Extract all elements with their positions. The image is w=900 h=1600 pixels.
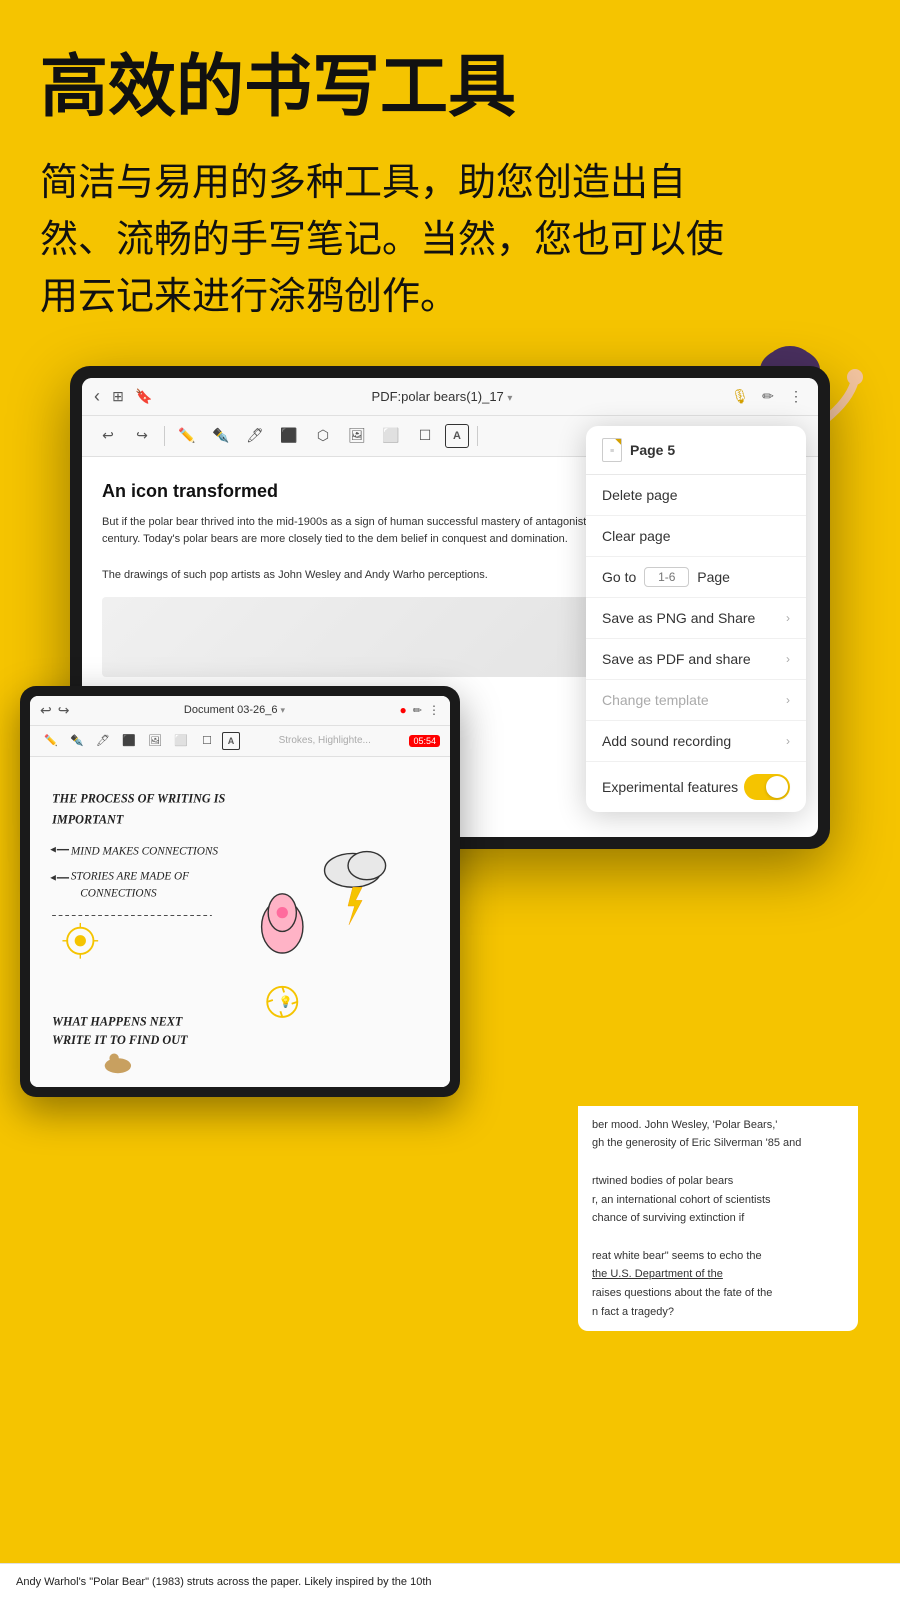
small-image-icon[interactable]: 🖼 [144,730,166,752]
eraser-icon[interactable]: ⬛ [275,422,303,450]
small-pencil2-icon[interactable]: ✒️ [66,730,88,752]
grid-icon[interactable]: ⊞ [108,386,128,406]
tablet-section: ‹ ⊞ 🔖 PDF:polar bears(1)_17 ▾ 🎙 ✏ ⋮ [0,366,900,849]
redo-icon[interactable]: ↪ [128,422,156,450]
save-pdf-label: Save as PDF and share [602,651,751,667]
text-box-icon[interactable]: ⬜ [377,422,405,450]
lasso-icon[interactable]: ⬡ [309,422,337,450]
small-doc-title[interactable]: Document 03-26_6 ▾ [75,704,393,716]
bottom-text3: rtwined bodies of polar bears [592,1172,844,1191]
pen-edit-icon[interactable]: ✏ [758,386,778,406]
delete-page-label: Delete page [602,487,678,503]
bottom-text6: reat white bear" seems to echo the [592,1247,844,1266]
bottom-content-strip: ber mood. John Wesley, 'Polar Bears,' gh… [578,1106,858,1332]
bottom-bar-text: Andy Warhol's "Polar Bear" (1983) struts… [16,1576,884,1588]
goto-label: Go to [602,569,636,585]
small-pencil1-icon[interactable]: ✏️ [40,730,62,752]
main-toolbar: ‹ ⊞ 🔖 PDF:polar bears(1)_17 ▾ 🎙 ✏ ⋮ [82,378,818,416]
experimental-label: Experimental features [602,779,738,795]
svg-text:💡: 💡 [279,994,293,1008]
shape-icon[interactable]: ☐ [411,422,439,450]
more-options-icon[interactable]: ⋮ [786,386,806,406]
menu-item-change-template[interactable]: Change template › [586,680,806,721]
save-png-label: Save as PNG and Share [602,610,755,626]
mic-icon[interactable]: 🎙 [730,386,750,406]
page-thumbnail-icon: ≡ [602,438,622,462]
bottom-text1: ber mood. John Wesley, 'Polar Bears,' [592,1116,844,1135]
bottom-bar: Andy Warhol's "Polar Bear" (1983) struts… [0,1563,900,1600]
change-template-label: Change template [602,692,709,708]
timer-badge: 05:54 [409,735,440,747]
small-more-icon[interactable]: ⋮ [428,703,440,717]
menu-item-clear-page[interactable]: Clear page [586,516,806,557]
small-textA-icon[interactable]: A [222,732,240,750]
svg-text:STORIES ARE MADE OF: STORIES ARE MADE OF [71,871,189,883]
handwriting-content: THE PROCESS OF WRITING IS IMPORTANT MIND… [30,757,450,1087]
toggle-knob [766,776,788,798]
experimental-toggle[interactable] [744,774,790,800]
small-eraser-icon[interactable]: ⬛ [118,730,140,752]
menu-item-goto: Go to Page [586,557,806,598]
ipad-small-container: ↩ ↪ Document 03-26_6 ▾ ● ✏ ⋮ ✏️ ✒️ 🖊 ⬛ [20,686,460,1097]
bottom-text9: n fact a tragedy? [592,1303,844,1322]
strokes-label: Strokes, Highlighte... [279,735,371,746]
chevron-right-icon: › [786,611,790,625]
menu-header: ≡ Page 5 [586,426,806,475]
back-button[interactable]: ‹ [94,386,100,407]
marker-tool-icon[interactable]: 🖊 [241,422,269,450]
toolbar-left-icons: ⊞ 🔖 [108,386,154,406]
image-icon[interactable]: 🖼 [343,422,371,450]
context-menu: ≡ Page 5 Delete page Clear page Go to [586,426,806,812]
goto-input[interactable] [644,567,689,587]
chevron-right-icon4: › [786,734,790,748]
add-sound-label: Add sound recording [602,733,731,749]
menu-item-save-png[interactable]: Save as PNG and Share › [586,598,806,639]
page-corner [615,439,621,445]
menu-item-delete-page[interactable]: Delete page [586,475,806,516]
svg-text:WRITE IT TO FIND OUT: WRITE IT TO FIND OUT [52,1033,188,1047]
ipad-small: ↩ ↪ Document 03-26_6 ▾ ● ✏ ⋮ ✏️ ✒️ 🖊 ⬛ [20,686,460,1097]
menu-page-label: Page 5 [630,442,675,458]
bottom-text4: r, an international cohort of scientists [592,1191,844,1210]
small-record-icon[interactable]: ● [400,703,407,717]
department-text: the U.S. Department of the [592,1265,844,1284]
small-undo-icon[interactable]: ↩ [40,702,52,719]
small-box-icon[interactable]: ⬜ [170,730,192,752]
divider2 [477,426,478,446]
menu-item-save-pdf[interactable]: Save as PDF and share › [586,639,806,680]
pen-tool-icon[interactable]: ✏️ [173,422,201,450]
small-pen-icon[interactable]: ✏ [413,704,422,717]
bottom-text2: gh the generosity of Eric Silverman '85 … [592,1134,844,1153]
small-toolbar: ↩ ↪ Document 03-26_6 ▾ ● ✏ ⋮ [30,696,450,726]
text-icon[interactable]: A [445,424,469,448]
top-section: 高效的书写工具 简洁与易用的多种工具，助您创造出自然、流畅的手写笔记。当然，您也… [0,0,900,346]
ipad-small-inner: ↩ ↪ Document 03-26_6 ▾ ● ✏ ⋮ ✏️ ✒️ 🖊 ⬛ [30,696,450,1087]
svg-text:THE PROCESS OF WRITING IS: THE PROCESS OF WRITING IS [52,791,225,805]
bottom-text5: chance of surviving extinction if [592,1209,844,1228]
small-tools-toolbar: ✏️ ✒️ 🖊 ⬛ 🖼 ⬜ ☐ A Strokes, Highlighte...… [30,726,450,757]
menu-item-add-sound[interactable]: Add sound recording › [586,721,806,762]
page-suffix-label: Page [697,569,730,585]
svg-text:IMPORTANT: IMPORTANT [51,812,124,826]
svg-text:WHAT HAPPENS NEXT: WHAT HAPPENS NEXT [52,1014,183,1028]
undo-icon[interactable]: ↩ [94,422,122,450]
bottom-text8: raises questions about the fate of the [592,1284,844,1303]
main-title: 高效的书写工具 [40,50,860,125]
small-redo-icon[interactable]: ↪ [58,702,70,719]
chevron-right-icon3: › [786,693,790,707]
clear-page-label: Clear page [602,528,671,544]
small-shape-icon[interactable]: ☐ [196,730,218,752]
bookmark-icon[interactable]: 🔖 [134,386,154,406]
menu-item-experimental: Experimental features [586,762,806,812]
divider1 [164,426,165,446]
pencil-tool-icon[interactable]: ✒️ [207,422,235,450]
svg-text:CONNECTIONS: CONNECTIONS [80,887,157,899]
subtitle: 简洁与易用的多种工具，助您创造出自然、流畅的手写笔记。当然，您也可以使用云记来进… [40,155,740,326]
small-marker-icon[interactable]: 🖊 [92,730,114,752]
svg-text:MIND MAKES CONNECTIONS: MIND MAKES CONNECTIONS [70,845,218,857]
toolbar-right-icons: 🎙 ✏ ⋮ [730,386,806,406]
document-title[interactable]: PDF:polar bears(1)_17 ▾ [162,389,722,404]
chevron-right-icon2: › [786,652,790,666]
